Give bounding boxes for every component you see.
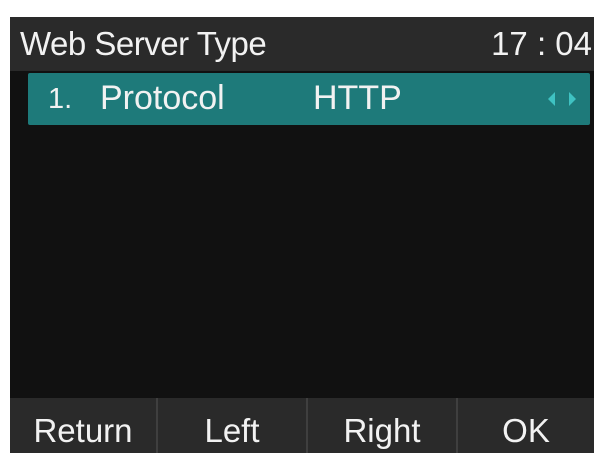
phone-screen: Web Server Type 17 : 04 1. Protocol HTTP… [10,17,594,453]
title-bar: Web Server Type 17 : 04 [10,17,594,71]
menu-item-label: Protocol [100,79,225,117]
menu-item-value: HTTP [313,79,402,117]
left-right-arrows-icon [548,92,576,106]
menu-item-index: 1. [48,83,73,115]
left-softkey[interactable]: Left [158,398,306,453]
right-softkey[interactable]: Right [308,398,456,453]
clock: 17 : 04 [491,25,592,62]
menu-item-protocol[interactable]: 1. Protocol HTTP [28,73,590,125]
softkey-bar: Return Left Right OK [10,398,594,453]
page-title: Web Server Type [20,25,267,62]
ok-softkey[interactable]: OK [458,398,594,453]
return-softkey[interactable]: Return [10,398,156,453]
